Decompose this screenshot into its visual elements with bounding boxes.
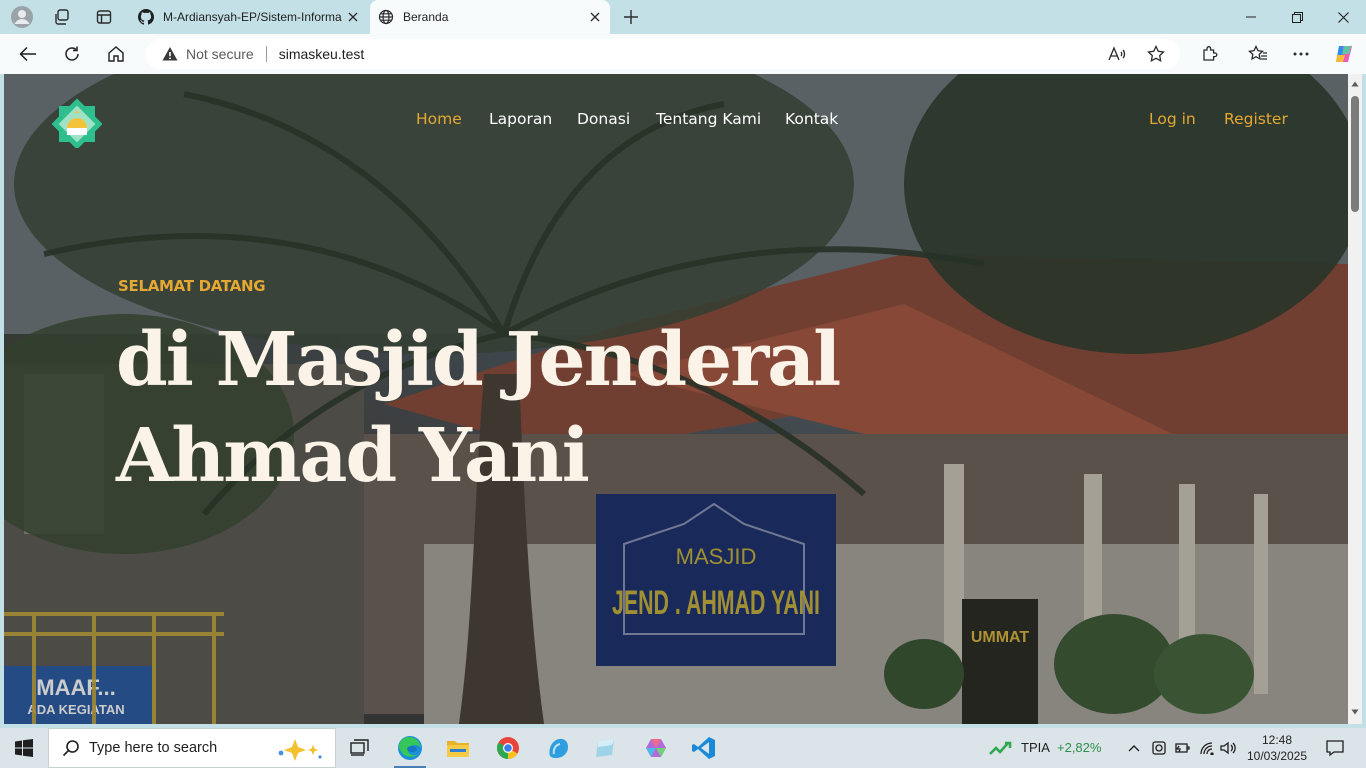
clock-time: 12:48 bbox=[1261, 733, 1293, 747]
minimize-button[interactable] bbox=[1228, 0, 1274, 34]
chevron-up-icon[interactable] bbox=[1124, 728, 1144, 768]
tab-github[interactable]: M-Ardiansyah-EP/Sistem-Informa bbox=[130, 0, 368, 34]
scroll-down-icon[interactable] bbox=[1351, 708, 1359, 716]
windows-taskbar: Type here to search TPIA +2,82% 12:48 10… bbox=[0, 728, 1366, 768]
tab-strip: M-Ardiansyah-EP/Sistem-Informa Beranda bbox=[0, 0, 1366, 34]
favorite-star-icon[interactable] bbox=[1141, 40, 1171, 68]
new-tab-button[interactable] bbox=[618, 5, 644, 29]
workspaces-icon[interactable] bbox=[49, 5, 75, 29]
security-label[interactable]: Not secure bbox=[186, 46, 254, 62]
app-icon-blue-bubble[interactable] bbox=[534, 728, 582, 768]
edge-app-icon[interactable] bbox=[386, 728, 434, 768]
back-button[interactable] bbox=[13, 40, 43, 68]
nav-kontak[interactable]: Kontak bbox=[785, 110, 838, 128]
app-icon-glass[interactable] bbox=[582, 728, 630, 768]
sparkle-icon bbox=[278, 739, 322, 761]
taskbar-search[interactable]: Type here to search bbox=[48, 728, 336, 768]
scrollbar-thumb[interactable] bbox=[1351, 96, 1359, 212]
browser-toolbar: Not secure simaskeu.test bbox=[0, 34, 1366, 74]
nav-donasi[interactable]: Donasi bbox=[577, 110, 630, 128]
file-explorer-icon[interactable] bbox=[434, 728, 482, 768]
meet-now-icon[interactable] bbox=[1148, 728, 1170, 768]
stock-change[interactable]: +2,82% bbox=[1057, 740, 1101, 755]
page-scrollbar[interactable] bbox=[1348, 74, 1362, 724]
search-icon bbox=[62, 740, 79, 757]
notification-icon[interactable] bbox=[1318, 728, 1352, 768]
login-link[interactable]: Log in bbox=[1149, 110, 1196, 128]
clock-date: 10/03/2025 bbox=[1246, 749, 1308, 763]
close-window-button[interactable] bbox=[1320, 0, 1366, 34]
chrome-app-icon[interactable] bbox=[484, 728, 532, 768]
task-view-icon[interactable] bbox=[342, 728, 378, 768]
home-button[interactable] bbox=[101, 40, 131, 68]
tab-title: Beranda bbox=[403, 10, 449, 24]
taskbar-clock[interactable]: 12:48 10/03/2025 bbox=[1236, 732, 1318, 764]
favorites-icon[interactable] bbox=[1243, 40, 1273, 68]
stock-chart-icon[interactable] bbox=[986, 728, 1016, 768]
extensions-icon[interactable] bbox=[1195, 40, 1225, 68]
globe-icon bbox=[378, 9, 394, 25]
register-link[interactable]: Register bbox=[1224, 110, 1288, 128]
stock-symbol[interactable]: TPIA bbox=[1021, 740, 1050, 755]
hero-title: di Masjid Jenderal Ahmad Yani bbox=[116, 317, 841, 499]
restore-button[interactable] bbox=[1274, 0, 1320, 34]
close-tab-icon[interactable] bbox=[584, 6, 606, 28]
webpage: MASJID JEND . AHMAD YANI MAAF... ADA KEG… bbox=[4, 74, 1348, 724]
url-text[interactable]: simaskeu.test bbox=[279, 46, 365, 62]
nav-tentang-kami[interactable]: Tentang Kami bbox=[656, 110, 761, 128]
tab-actions-icon[interactable] bbox=[91, 5, 117, 29]
more-menu-icon[interactable] bbox=[1286, 40, 1316, 68]
read-aloud-icon[interactable] bbox=[1102, 40, 1132, 68]
github-icon bbox=[138, 9, 154, 25]
nav-home[interactable]: Home bbox=[416, 110, 462, 128]
vscode-app-icon[interactable] bbox=[680, 728, 728, 768]
profile-avatar-icon[interactable] bbox=[9, 5, 35, 29]
scroll-up-icon[interactable] bbox=[1351, 80, 1359, 88]
battery-plug-icon[interactable] bbox=[1172, 728, 1194, 768]
app-icon-colorful[interactable] bbox=[632, 728, 680, 768]
site-logo[interactable] bbox=[51, 98, 103, 150]
close-tab-icon[interactable] bbox=[342, 6, 364, 28]
tab-beranda[interactable]: Beranda bbox=[370, 0, 610, 34]
wifi-icon[interactable] bbox=[1196, 728, 1218, 768]
tab-title: M-Ardiansyah-EP/Sistem-Informa bbox=[163, 10, 342, 24]
refresh-button[interactable] bbox=[57, 40, 87, 68]
start-windows-icon[interactable] bbox=[0, 728, 48, 768]
warning-icon[interactable] bbox=[162, 46, 178, 62]
address-bar[interactable]: Not secure simaskeu.test bbox=[146, 39, 1180, 69]
nav-laporan[interactable]: Laporan bbox=[489, 110, 552, 128]
copilot-icon[interactable] bbox=[1329, 40, 1359, 68]
search-placeholder: Type here to search bbox=[89, 740, 218, 756]
divider bbox=[265, 46, 267, 62]
hero-kicker: SELAMAT DATANG bbox=[118, 277, 266, 295]
